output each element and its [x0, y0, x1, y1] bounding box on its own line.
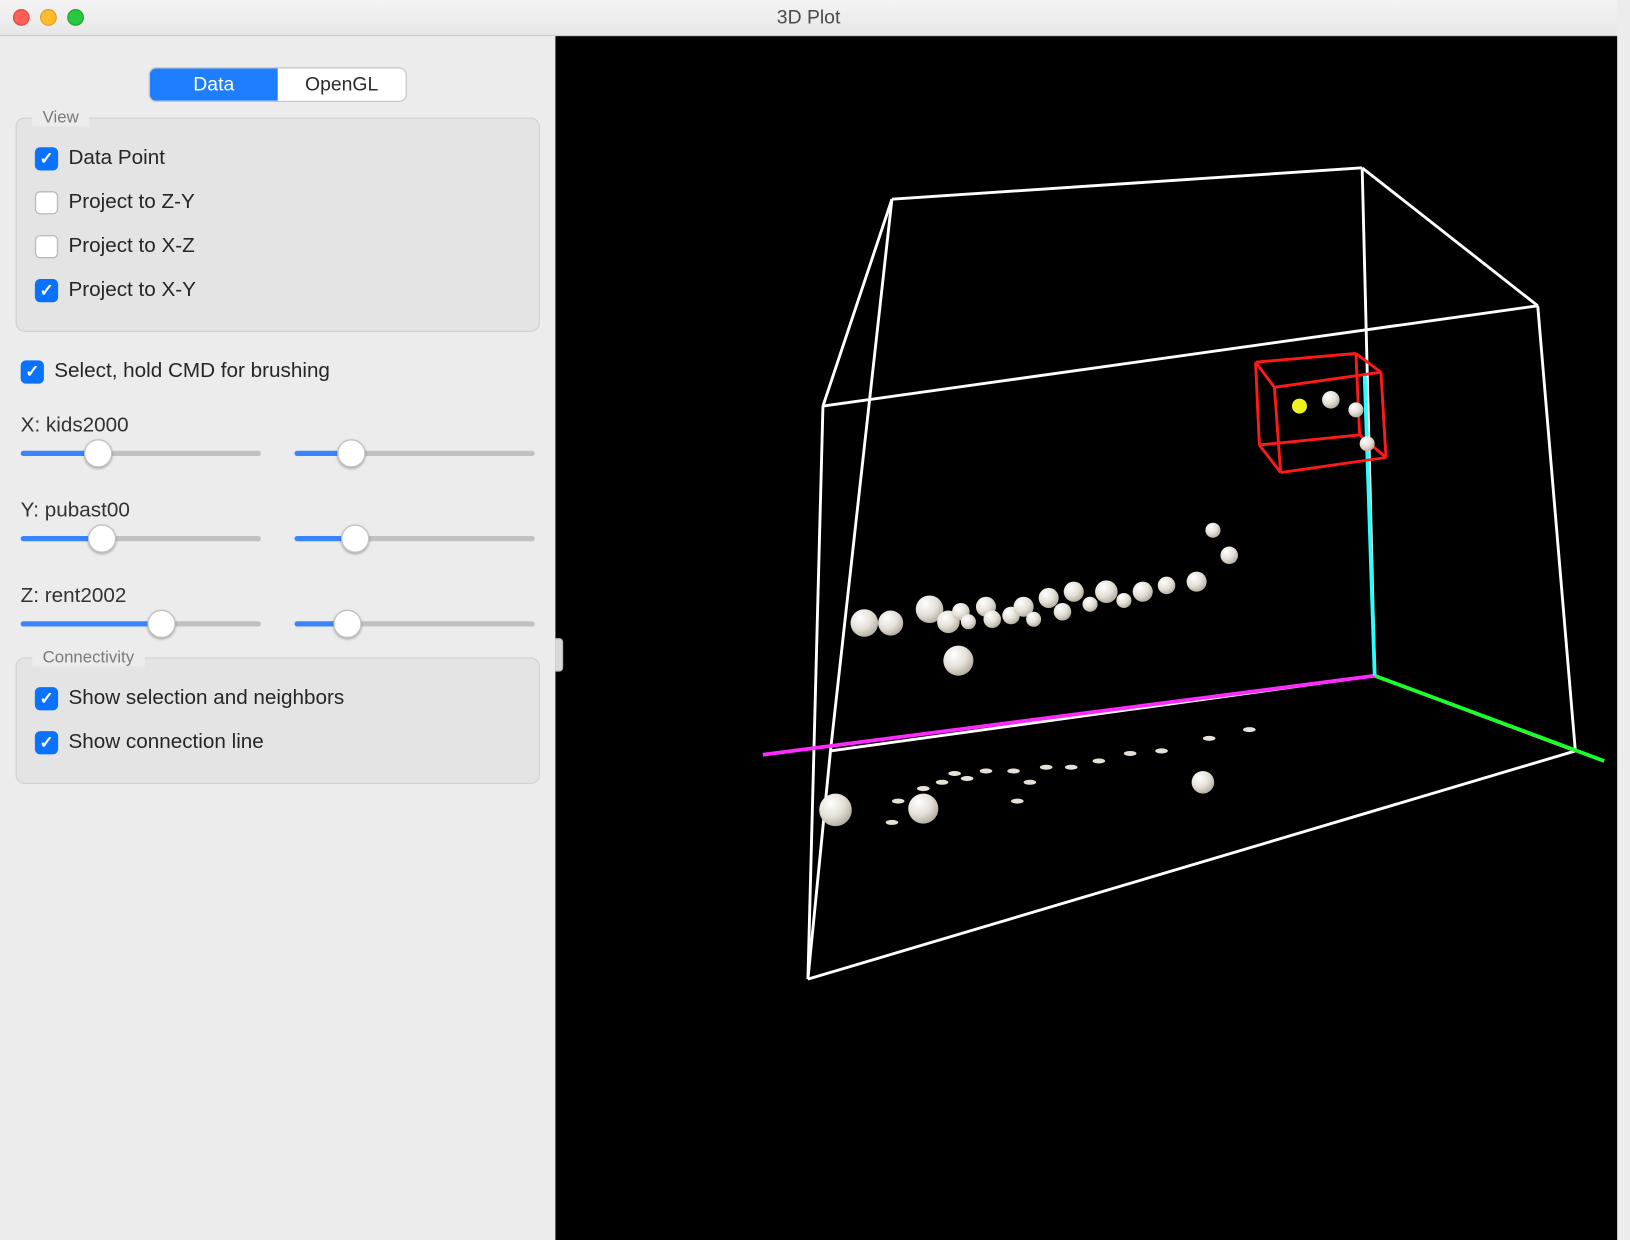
data-point[interactable] — [1158, 577, 1176, 595]
checkbox-show-connection-line[interactable]: Show connection line — [35, 721, 521, 765]
slider-x-low[interactable] — [21, 451, 261, 456]
connectivity-title: Connectivity — [32, 647, 144, 666]
checkbox-label: Select, hold CMD for brushing — [54, 360, 330, 383]
data-point[interactable] — [1205, 523, 1220, 538]
checkbox-data-point[interactable]: Data Point — [35, 137, 521, 181]
checkbox-icon[interactable] — [35, 235, 58, 258]
data-point[interactable] — [1220, 547, 1238, 565]
data-point[interactable] — [1054, 603, 1072, 621]
slider-z-high[interactable] — [295, 621, 535, 626]
titlebar: 3D Plot — [0, 0, 1617, 36]
checkbox-icon[interactable] — [35, 731, 58, 754]
data-point[interactable] — [1064, 582, 1084, 602]
slider-x-group: X: kids2000 — [16, 407, 540, 479]
window-title: 3D Plot — [0, 6, 1617, 28]
checkbox-icon[interactable] — [35, 191, 58, 214]
slider-z-low[interactable] — [21, 621, 261, 626]
minimize-icon[interactable] — [40, 9, 57, 26]
checkbox-label: Show connection line — [68, 731, 263, 754]
checkbox-icon[interactable] — [35, 279, 58, 302]
slider-y-low[interactable] — [21, 536, 261, 541]
window-controls — [0, 9, 84, 26]
checkbox-show-selection-neighbors[interactable]: Show selection and neighbors — [35, 677, 521, 721]
data-point[interactable] — [1116, 593, 1131, 608]
data-point-selected[interactable] — [1292, 399, 1307, 414]
axis-x — [763, 676, 1375, 755]
data-point[interactable] — [943, 646, 973, 676]
view-title: View — [32, 107, 89, 126]
plot-canvas[interactable] — [555, 36, 1617, 1240]
data-point[interactable] — [819, 794, 852, 827]
tab-opengl[interactable]: OpenGL — [278, 68, 406, 100]
checkbox-label: Show selection and neighbors — [68, 687, 344, 710]
checkbox-project-xy[interactable]: Project to X-Y — [35, 269, 521, 313]
data-point[interactable] — [1095, 580, 1118, 603]
checkbox-label: Project to Z-Y — [68, 191, 194, 214]
tab-segmented: Data OpenGL — [149, 67, 407, 102]
view-block: View Data Point Project to Z-Y Project t… — [16, 118, 540, 332]
slider-z-group: Z: rent2002 — [16, 577, 540, 649]
data-point[interactable] — [1083, 597, 1098, 612]
checkbox-project-xz[interactable]: Project to X-Z — [35, 225, 521, 269]
data-point[interactable] — [878, 610, 903, 635]
sidebar: Data OpenGL View Data Point Project to Z… — [0, 36, 555, 1240]
data-point[interactable] — [961, 614, 976, 629]
connectivity-block: Connectivity Show selection and neighbor… — [16, 657, 540, 784]
slider-y-high[interactable] — [295, 536, 535, 541]
checkbox-label: Data Point — [68, 147, 165, 170]
data-point[interactable] — [1322, 391, 1340, 409]
data-point[interactable] — [908, 794, 938, 824]
data-point[interactable] — [983, 610, 1001, 628]
data-point[interactable] — [1026, 612, 1041, 627]
checkbox-icon[interactable] — [35, 687, 58, 710]
checkbox-label: Project to X-Z — [68, 235, 194, 258]
data-point[interactable] — [1187, 572, 1207, 592]
slider-x-high[interactable] — [295, 451, 535, 456]
data-point[interactable] — [1039, 588, 1059, 608]
data-point[interactable] — [1133, 582, 1153, 602]
data-point[interactable] — [1348, 402, 1363, 417]
zoom-icon[interactable] — [67, 9, 84, 26]
checkbox-label: Project to X-Y — [68, 279, 195, 302]
data-point[interactable] — [1360, 436, 1375, 451]
checkbox-icon[interactable] — [35, 147, 58, 170]
checkbox-select-brush[interactable]: Select, hold CMD for brushing — [13, 350, 543, 394]
close-icon[interactable] — [13, 9, 30, 26]
tab-data[interactable]: Data — [150, 68, 278, 100]
checkbox-icon[interactable] — [21, 360, 44, 383]
plot-3d[interactable] — [555, 36, 1617, 1240]
slider-y-group: Y: pubast00 — [16, 492, 540, 564]
data-point[interactable] — [851, 609, 879, 637]
data-point[interactable] — [1192, 771, 1215, 794]
checkbox-project-zy[interactable]: Project to Z-Y — [35, 181, 521, 225]
